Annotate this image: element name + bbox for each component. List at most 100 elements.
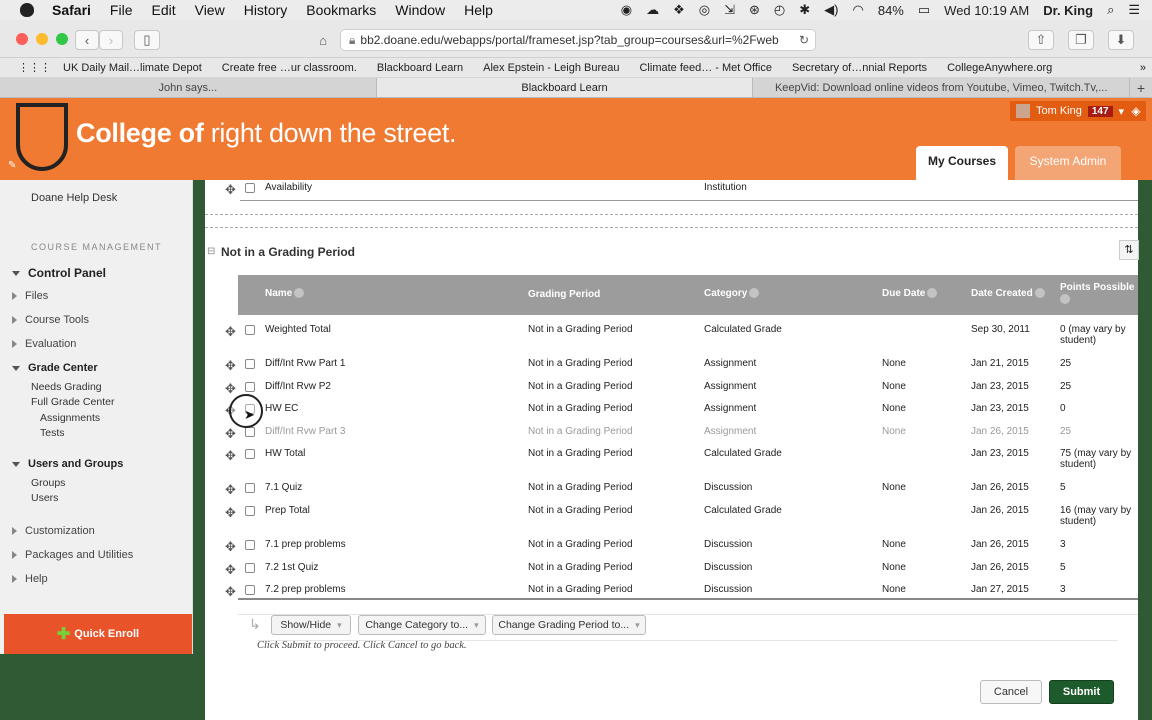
nav-users[interactable]: Users — [31, 492, 58, 504]
spotlight-search-icon[interactable]: ⌕ — [1107, 2, 1114, 18]
row-checkbox[interactable] — [245, 427, 255, 437]
show-all-bookmarks-icon[interactable]: ⋮⋮⋮ — [18, 61, 51, 74]
menu-help[interactable]: Help — [464, 2, 493, 18]
menu-bookmarks[interactable]: Bookmarks — [306, 2, 376, 18]
minimize-window-button[interactable] — [36, 33, 48, 45]
wifi-icon[interactable]: ◠ — [853, 2, 864, 18]
tab-john-says[interactable]: John says... — [0, 78, 377, 97]
chevron-down-icon[interactable] — [1060, 294, 1070, 305]
battery-percent[interactable]: 84% — [878, 3, 904, 18]
drag-handle-icon[interactable]: ✥ — [225, 381, 236, 397]
address-bar[interactable]: 🔒︎ bb2.doane.edu/webapps/portal/frameset… — [340, 29, 816, 51]
column-header-date-created[interactable]: Date Created — [971, 288, 1045, 299]
tab-blackboard[interactable]: Blackboard Learn — [376, 78, 754, 97]
user-menu[interactable]: Tom King 147 ▾ — [1010, 101, 1131, 121]
new-tab-icon[interactable]: + — [1130, 78, 1152, 97]
column-header-grading-period[interactable]: Grading Period — [528, 289, 600, 300]
clock[interactable]: Wed 10:19 AM — [944, 3, 1029, 18]
menu-file[interactable]: File — [110, 2, 133, 18]
sync-icon[interactable]: ◎ — [699, 2, 710, 18]
zoom-window-button[interactable] — [56, 33, 68, 45]
nav-help-desk[interactable]: Doane Help Desk — [31, 192, 117, 204]
drag-handle-icon[interactable]: ✥ — [225, 539, 236, 555]
bookmark-item[interactable]: UK Daily Mail…limate Depot — [63, 62, 202, 74]
battery-icon[interactable]: ▭ — [918, 2, 930, 18]
chevron-down-icon[interactable] — [927, 288, 938, 299]
nav-groups[interactable]: Groups — [31, 477, 65, 489]
nav-control-panel[interactable]: Control Panel — [12, 266, 106, 280]
menu-edit[interactable]: Edit — [151, 2, 175, 18]
nav-full-grade-center[interactable]: Full Grade Center — [31, 396, 114, 408]
row-checkbox[interactable] — [245, 585, 255, 595]
chevron-down-icon[interactable] — [294, 288, 305, 299]
row-checkbox[interactable] — [245, 325, 255, 335]
accessibility-icon[interactable]: ⊛ — [749, 2, 760, 18]
column-header-category[interactable]: Category — [704, 288, 760, 299]
nav-evaluation[interactable]: Evaluation — [12, 338, 76, 350]
nav-customization[interactable]: Customization — [12, 525, 95, 537]
bluetooth-icon[interactable]: ✱ — [799, 2, 810, 18]
notification-center-icon[interactable]: ☰ — [1128, 2, 1140, 18]
bookmark-item[interactable]: Climate feed… - Met Office — [639, 62, 771, 74]
record-icon[interactable]: ◉ — [621, 2, 632, 18]
college-logo-text[interactable]: College of right down the street. — [76, 118, 457, 149]
drag-handle-icon[interactable]: ✥ — [225, 448, 236, 464]
change-category-button[interactable]: Change Category to... ▾ — [358, 615, 486, 635]
drag-handle-icon[interactable]: ✥ — [225, 182, 236, 198]
downloads-icon[interactable]: ⬇ — [1108, 30, 1134, 50]
row-checkbox[interactable] — [245, 506, 255, 516]
collapse-section-icon[interactable]: ⊟ — [207, 246, 215, 257]
sort-icon[interactable]: ⇅ — [1119, 240, 1139, 260]
share-icon[interactable]: ⇧ — [1028, 30, 1054, 50]
home-icon[interactable]: ⌂ — [312, 30, 334, 50]
nav-needs-grading[interactable]: Needs Grading — [31, 381, 102, 393]
menu-history[interactable]: History — [244, 2, 288, 18]
drag-handle-icon[interactable]: ✥ — [225, 562, 236, 578]
forward-icon[interactable]: › — [99, 30, 123, 50]
bookmark-item[interactable]: Blackboard Learn — [377, 62, 463, 74]
chevron-down-icon[interactable] — [749, 288, 760, 299]
nav-help[interactable]: Help — [12, 573, 48, 585]
apple-menu-icon[interactable] — [20, 3, 34, 17]
global-nav-icon[interactable]: ◈ — [1126, 101, 1146, 121]
nav-grade-center[interactable]: Grade Center — [12, 362, 98, 374]
nav-users-and-groups[interactable]: Users and Groups — [12, 458, 123, 470]
row-checkbox[interactable] — [245, 382, 255, 392]
cloud-icon[interactable]: ☁ — [646, 2, 659, 18]
column-header-due-date[interactable]: Due Date — [882, 288, 938, 299]
row-checkbox[interactable] — [245, 183, 255, 193]
tab-keepvid[interactable]: KeepVid: Download online videos from You… — [753, 78, 1131, 97]
change-grading-period-button[interactable]: Change Grading Period to... ▾ — [492, 615, 646, 635]
row-checkbox[interactable] — [245, 359, 255, 369]
row-checkbox[interactable] — [245, 563, 255, 573]
time-machine-icon[interactable]: ◴ — [774, 2, 785, 18]
drag-handle-icon[interactable]: ✥ — [225, 584, 236, 600]
chevron-down-icon[interactable] — [1034, 288, 1045, 299]
show-hide-button[interactable]: Show/Hide ▾ — [271, 615, 351, 635]
sidebar-toggle-icon[interactable]: ▯ — [134, 30, 160, 50]
drag-handle-icon[interactable]: ✥ — [225, 505, 236, 521]
quick-enroll-button[interactable]: ✚ Quick Enroll — [4, 614, 192, 654]
column-header-name[interactable]: Name — [265, 288, 305, 299]
row-checkbox[interactable] — [245, 483, 255, 493]
menu-app-safari[interactable]: Safari — [52, 2, 91, 18]
drag-handle-icon[interactable]: ✥ — [225, 482, 236, 498]
tab-my-courses[interactable]: My Courses — [916, 146, 1008, 180]
drag-handle-icon[interactable]: ✥ — [225, 324, 236, 340]
nav-course-tools[interactable]: Course Tools — [12, 314, 89, 326]
drag-handle-icon[interactable]: ✥ — [225, 426, 236, 442]
tab-system-admin[interactable]: System Admin — [1015, 146, 1121, 180]
reload-icon[interactable]: ↻ — [799, 33, 809, 47]
nav-assignments[interactable]: Assignments — [40, 412, 100, 424]
submit-button[interactable]: Submit — [1049, 680, 1114, 704]
tabs-overview-icon[interactable]: ❐ — [1068, 30, 1094, 50]
bookmark-item[interactable]: Alex Epstein - Leigh Bureau — [483, 62, 619, 74]
menu-window[interactable]: Window — [395, 2, 445, 18]
current-user[interactable]: Dr. King — [1043, 3, 1093, 18]
more-bookmarks-icon[interactable]: » — [1140, 62, 1146, 74]
row-checkbox[interactable] — [245, 449, 255, 459]
volume-icon[interactable]: ◀) — [824, 2, 838, 18]
nav-tests[interactable]: Tests — [40, 427, 65, 439]
cancel-button[interactable]: Cancel — [980, 680, 1042, 704]
cast-icon[interactable]: ⇲ — [724, 2, 735, 18]
